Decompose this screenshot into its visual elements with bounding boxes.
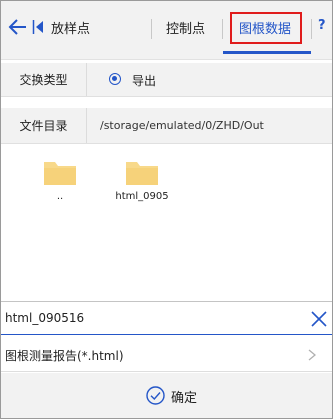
folder-item-html-0905[interactable]: html_0905	[107, 158, 177, 202]
back-arrow-icon[interactable]	[7, 15, 29, 39]
folder-name: html_0905	[115, 191, 169, 202]
directory-path[interactable]: /storage/emulated/0/ZHD/Out	[100, 119, 264, 132]
tab-divider	[222, 19, 223, 39]
tab-stakeout[interactable]: 放样点	[51, 18, 90, 37]
export-dialog: 放样点 控制点 图根数据 ? 交换类型 导出 文件目录 /storage/emu…	[0, 0, 333, 419]
exchange-type-row: 交换类型 导出	[1, 63, 332, 97]
confirm-button[interactable]: 确定	[1, 373, 332, 418]
folder-icon	[44, 162, 76, 185]
exchange-type-label: 交换类型	[1, 63, 87, 96]
filename-row	[1, 301, 332, 335]
tab-control-point[interactable]: 控制点	[166, 18, 205, 37]
folder-item-parent[interactable]: ..	[25, 158, 95, 202]
tab-help[interactable]: ?	[318, 18, 326, 33]
file-type-label: 图根测量报告(*.html)	[5, 349, 124, 363]
tab-divider	[151, 19, 152, 39]
tab-divider	[311, 19, 312, 39]
file-browser: .. html_0905	[1, 144, 332, 294]
tab-scroll-left-icon[interactable]	[32, 19, 44, 35]
check-circle-icon	[146, 386, 165, 405]
clear-icon[interactable]	[311, 311, 327, 327]
folder-icon	[126, 162, 158, 185]
filename-input[interactable]	[5, 308, 285, 328]
file-type-selector[interactable]: 图根测量报告(*.html)	[1, 336, 332, 372]
folder-name: ..	[56, 191, 64, 202]
export-radio-label[interactable]: 导出	[132, 72, 156, 89]
export-radio[interactable]	[109, 73, 121, 85]
directory-row: 文件目录 /storage/emulated/0/ZHD/Out	[1, 108, 332, 144]
directory-label: 文件目录	[1, 108, 87, 143]
confirm-label: 确定	[171, 391, 198, 406]
top-bar: 放样点 控制点 图根数据 ?	[1, 1, 332, 60]
active-tab-indicator	[223, 51, 311, 54]
tab-traverse-data[interactable]: 图根数据	[239, 18, 291, 37]
chevron-right-icon	[308, 349, 316, 361]
